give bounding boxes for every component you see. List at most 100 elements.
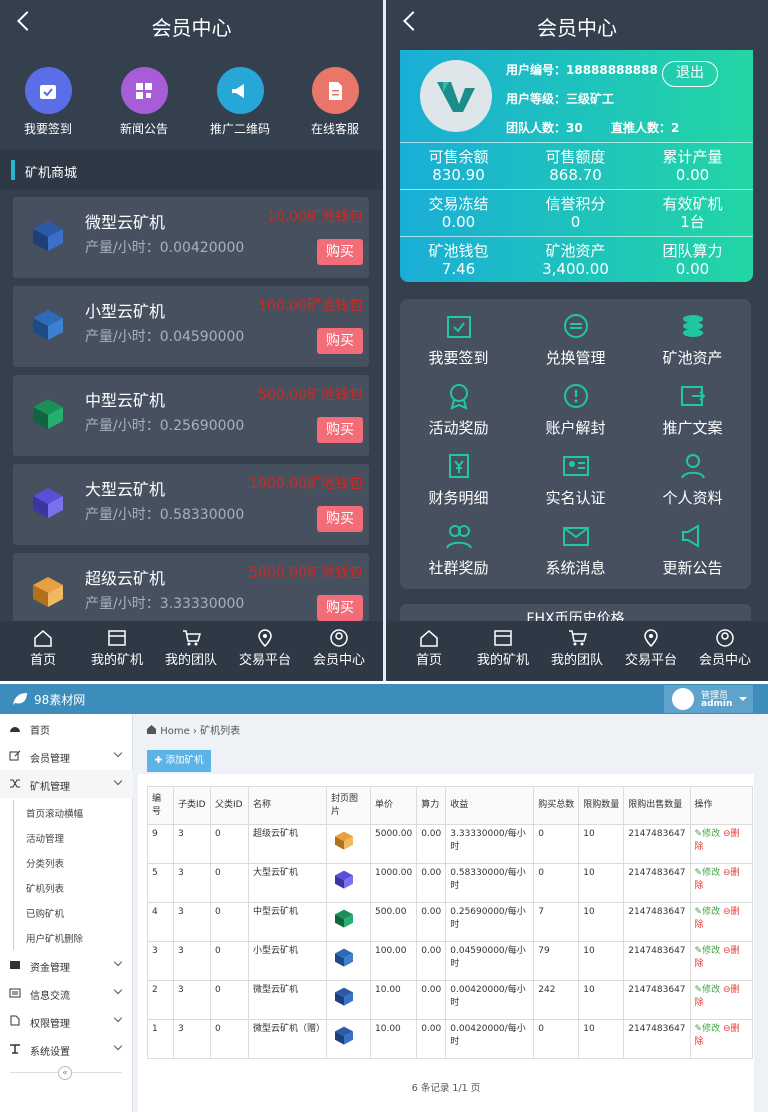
submenu-item[interactable]: 分类列表 <box>13 850 132 875</box>
tab-member[interactable]: 会员中心 <box>690 629 760 668</box>
miner-icon <box>33 221 63 251</box>
submenu-item[interactable]: 用户矿机删除 <box>13 925 132 950</box>
menu-updates[interactable]: 更新公告 <box>634 521 751 578</box>
product-output: 产量/小时：0.58330000 <box>85 507 245 523</box>
menu-community-reward[interactable]: 社群奖励 <box>400 521 517 578</box>
stat: 交易冻结 0.00 <box>428 195 489 231</box>
sidebar-item-info[interactable]: 信息交流 <box>0 979 133 1007</box>
submenu-item[interactable]: 活动管理 <box>13 825 132 850</box>
user-level: 用户等级：三级矿工 <box>506 92 615 106</box>
tab-my-team[interactable]: 我的团队 <box>542 629 612 668</box>
sidebar-item-home[interactable]: 首页 <box>0 714 133 742</box>
menu-checkin[interactable]: 我要签到 <box>400 311 517 368</box>
buy-button[interactable]: 购买 <box>317 417 363 443</box>
menu-label: 实名认证 <box>545 489 606 507</box>
tab-trade[interactable]: 交易平台 <box>616 629 686 668</box>
id-card-icon <box>562 456 589 476</box>
buy-button[interactable]: 购买 <box>317 239 363 265</box>
buy-button[interactable]: 购买 <box>317 328 363 354</box>
store-icon <box>494 630 512 646</box>
edit-link[interactable]: ✎修改 <box>695 1024 721 1034</box>
tab-home[interactable]: 首页 <box>394 629 464 668</box>
admin-main: Home › 矿机列表 ✚ 添加矿机 编号 子类ID 父类ID 名称 封页图片 … <box>134 714 768 1112</box>
edit-link[interactable]: ✎修改 <box>695 829 721 839</box>
user-menu[interactable]: 管理员 admin <box>664 685 753 713</box>
miner-thumbnail <box>335 831 353 850</box>
tab-my-team[interactable]: 我的团队 <box>156 629 226 668</box>
miner-thumbnail <box>335 909 353 928</box>
submenu-item[interactable]: 首页滚动横幅 <box>13 800 132 825</box>
list-icon <box>9 988 21 998</box>
bottom-tab-bar: 首页 我的矿机 我的团队 交易平台 会员中心 <box>0 621 383 681</box>
tab-label: 我的团队 <box>164 653 217 668</box>
tab-home[interactable]: 首页 <box>8 629 78 668</box>
product-card: 小型云矿机 产量/小时：0.04590000 100.00矿池钱包 购买 <box>13 286 369 367</box>
add-miner-button[interactable]: ✚ 添加矿机 <box>147 750 211 772</box>
chevron-down-icon <box>113 1041 123 1051</box>
menu-label: 更新公告 <box>662 559 723 577</box>
submenu-item[interactable]: 矿机列表 <box>13 875 132 900</box>
sidebar-item-members[interactable]: 会员管理 <box>0 742 133 770</box>
edit-link[interactable]: ✎修改 <box>695 907 721 917</box>
product-card: 中型云矿机 产量/小时：0.25690000 500.00矿池钱包 购买 <box>13 375 369 456</box>
product-name: 小型云矿机 <box>85 302 166 321</box>
quick-service[interactable]: 在线客服 <box>295 67 375 137</box>
breadcrumb-home[interactable]: Home <box>160 726 190 737</box>
edit-link[interactable]: ✎修改 <box>695 868 721 878</box>
location-icon <box>258 629 272 647</box>
quick-news[interactable]: 新闻公告 <box>104 67 184 137</box>
tab-label: 交易平台 <box>624 653 677 668</box>
product-price: 5000.00矿池钱包 <box>249 565 363 581</box>
product-output: 产量/小时：0.00420000 <box>85 240 245 256</box>
menu-pool-assets[interactable]: 矿池资产 <box>634 311 751 368</box>
product-price: 500.00矿池钱包 <box>258 387 363 403</box>
edit-link[interactable]: ✎修改 <box>695 946 721 956</box>
logout-button[interactable]: 退出 <box>662 61 718 87</box>
menu-exchange[interactable]: 兑换管理 <box>517 311 634 368</box>
edit-link[interactable]: ✎修改 <box>695 985 721 995</box>
breadcrumb-current: 矿机列表 <box>200 726 241 737</box>
menu-label: 财务明细 <box>428 489 489 507</box>
megaphone-icon <box>216 67 264 114</box>
pagination-info: 6 条记录 1/1 页 <box>411 1083 481 1094</box>
product-price: 100.00矿池钱包 <box>258 298 363 314</box>
menu-realname[interactable]: 实名认证 <box>517 451 634 508</box>
quick-qrcode[interactable]: 推广二维码 <box>200 67 280 137</box>
menu-activity-reward[interactable]: 活动奖励 <box>400 381 517 438</box>
submenu-item[interactable]: 已购矿机 <box>13 900 132 925</box>
miner-thumbnail <box>335 948 353 967</box>
menu-profile[interactable]: 个人资料 <box>634 451 751 508</box>
buy-button[interactable]: 购买 <box>317 506 363 532</box>
qr-code-icon <box>120 67 168 114</box>
sidebar-item-miners[interactable]: 矿机管理 <box>0 770 133 798</box>
dashboard-icon <box>10 727 20 732</box>
tab-trade[interactable]: 交易平台 <box>230 629 300 668</box>
miner-thumbnail <box>335 870 353 889</box>
brand-logo[interactable]: 98素材网 <box>34 691 85 708</box>
feature-grid: 我要签到 兑换管理 矿池资产 活动奖励 账户解封 推广文案 财务明细 实名认证 … <box>400 299 751 589</box>
buy-button[interactable]: 购买 <box>317 595 363 621</box>
product-output: 产量/小时：3.33330000 <box>85 596 245 612</box>
tab-my-miners[interactable]: 我的矿机 <box>82 629 152 668</box>
tab-my-miners[interactable]: 我的矿机 <box>468 629 538 668</box>
home-icon <box>420 630 438 647</box>
location-icon <box>644 629 658 647</box>
product-output: 产量/小时：0.25690000 <box>85 418 245 434</box>
sidebar-item-settings[interactable]: 系统设置 <box>0 1035 133 1063</box>
menu-unblock[interactable]: 账户解封 <box>517 381 634 438</box>
bottom-tab-bar: 首页 我的矿机 我的团队 交易平台 会员中心 <box>386 621 768 681</box>
megaphone-icon <box>681 524 699 548</box>
menu-promo-copy[interactable]: 推广文案 <box>634 381 751 438</box>
product-card: 大型云矿机 产量/小时：0.58330000 1000.00矿池钱包 购买 <box>13 464 369 545</box>
miner-thumbnail <box>335 1026 353 1045</box>
calendar-check-icon <box>446 316 471 338</box>
menu-messages[interactable]: 系统消息 <box>517 521 634 578</box>
stat: 信誉积分 0 <box>545 195 606 231</box>
menu-finance[interactable]: 财务明细 <box>400 451 517 508</box>
document-icon <box>311 67 359 114</box>
tab-member[interactable]: 会员中心 <box>304 629 374 668</box>
quick-checkin[interactable]: 我要签到 <box>8 67 88 137</box>
collapse-sidebar-button[interactable]: « <box>58 1066 72 1080</box>
sidebar-item-permissions[interactable]: 权限管理 <box>0 1007 133 1035</box>
sidebar-item-funds[interactable]: 资金管理 <box>0 951 133 979</box>
